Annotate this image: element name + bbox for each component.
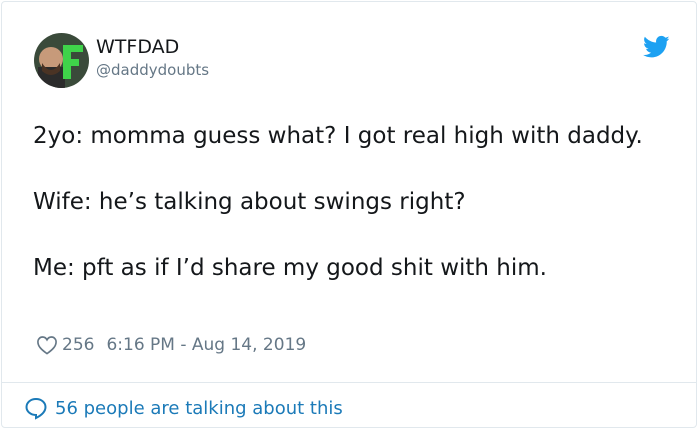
like-count[interactable]: 256 xyxy=(62,335,94,355)
conversation-link[interactable]: 56 people are talking about this xyxy=(24,395,343,421)
tweet-meta: 256 6:16 PM - Aug 14, 2019 xyxy=(36,333,306,357)
timestamp[interactable]: 6:16 PM - Aug 14, 2019 xyxy=(106,335,306,355)
conversation-label: 56 people are talking about this xyxy=(55,397,343,419)
heart-icon[interactable] xyxy=(36,335,58,355)
tweet-text: 2yo: momma guess what? I got real high w… xyxy=(33,120,653,285)
speech-bubble-icon xyxy=(25,397,47,420)
display-name[interactable]: WTFDAD xyxy=(96,35,179,59)
tweet-line: Me: pft as if I’d share my good shit wit… xyxy=(33,255,547,281)
tweet-line: 2yo: momma guess what? I got real high w… xyxy=(33,123,643,149)
tweet-line: Wife: he’s talking about swings right? xyxy=(33,189,466,215)
divider xyxy=(2,382,696,383)
user-handle[interactable]: @daddydoubts xyxy=(96,60,209,80)
twitter-bird-icon[interactable] xyxy=(643,35,670,59)
avatar[interactable] xyxy=(34,33,89,88)
tweet-card: WTFDAD @daddydoubts 2yo: momma guess wha… xyxy=(1,1,697,428)
avatar-icon xyxy=(34,33,89,88)
